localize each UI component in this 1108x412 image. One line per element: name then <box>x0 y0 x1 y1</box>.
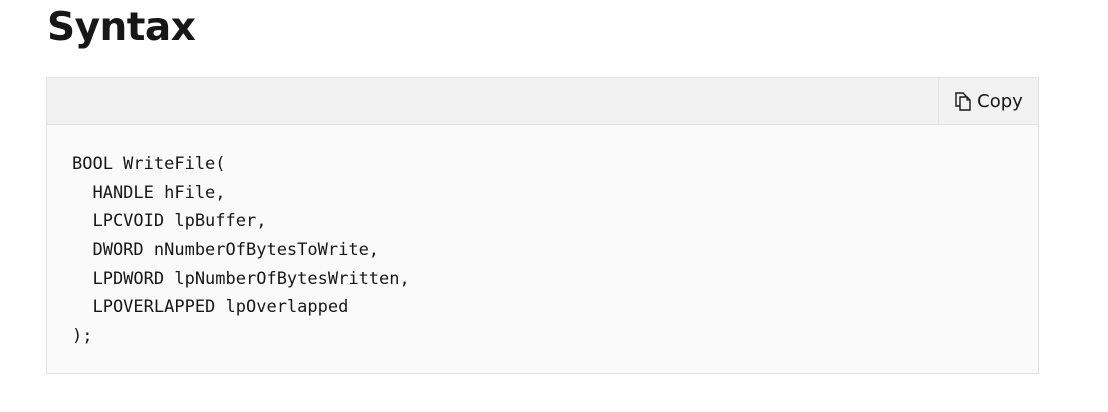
copy-icon <box>954 91 972 111</box>
code-line: LPCVOID lpBuffer, <box>72 211 267 232</box>
code-block-header: Copy <box>47 78 1038 125</box>
code-content[interactable]: BOOL WriteFile( HANDLE hFile, LPCVOID lp… <box>72 150 410 351</box>
code-block: Copy BOOL WriteFile( HANDLE hFile, LPCVO… <box>46 77 1039 374</box>
page-title: Syntax <box>47 5 196 50</box>
code-line: HANDLE hFile, <box>72 182 226 203</box>
code-line: DWORD nNumberOfBytesToWrite, <box>72 240 380 261</box>
code-line: ); <box>72 326 93 347</box>
code-line: LPOVERLAPPED lpOverlapped <box>72 297 349 318</box>
code-line: LPDWORD lpNumberOfBytesWritten, <box>72 268 410 289</box>
code-line: BOOL WriteFile( <box>72 154 226 174</box>
copy-button[interactable]: Copy <box>938 78 1038 124</box>
copy-label: Copy <box>977 90 1023 112</box>
